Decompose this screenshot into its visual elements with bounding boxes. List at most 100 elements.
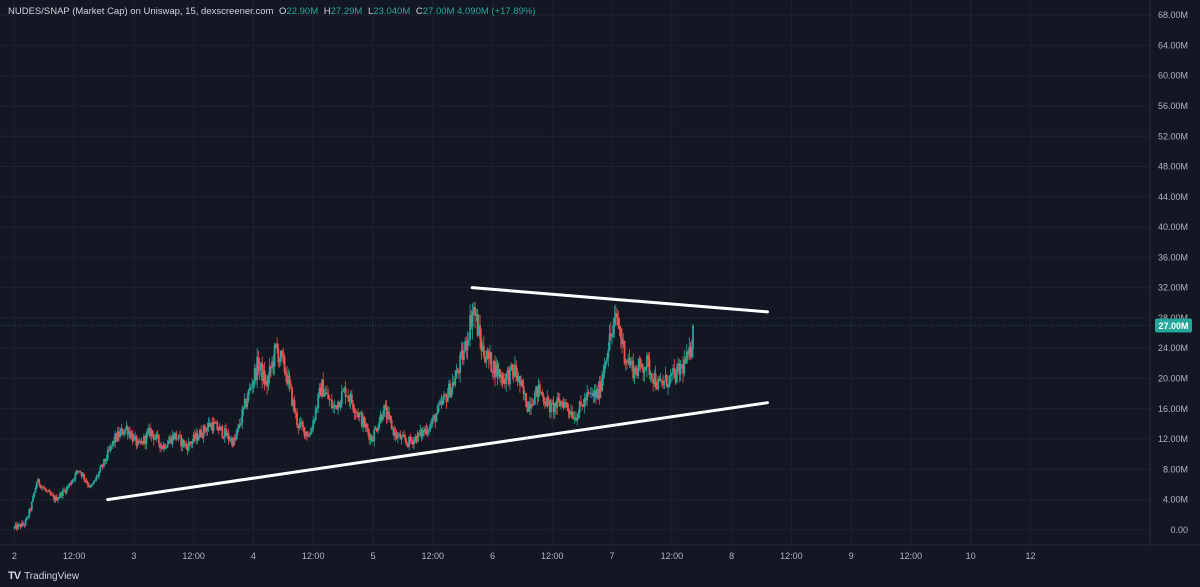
candle-body xyxy=(167,440,170,445)
low-value: 23.040M xyxy=(373,6,411,17)
candle-body xyxy=(426,431,429,434)
candle-body xyxy=(647,355,650,359)
time-axis[interactable]: 2 12:00 3 12:00 4 12:00 5 12:00 6 12:00 7 12:00 8 12:… xyxy=(12,551,1036,561)
price-tick-label: 64.00M xyxy=(1158,40,1188,50)
candle-body xyxy=(377,428,379,432)
symbol-title: NUDES/SNAP (Market Cap) on Uniswap, 15, … xyxy=(8,6,274,17)
candle-body xyxy=(616,313,618,319)
tradingview-brand[interactable]: TV TradingView xyxy=(8,570,79,582)
candle-body xyxy=(431,417,434,424)
candle-body xyxy=(240,423,242,425)
candle-body xyxy=(611,333,613,337)
candle-body xyxy=(347,396,349,398)
candle-body xyxy=(22,522,24,525)
candle-body xyxy=(302,425,305,428)
candle-body xyxy=(436,405,439,415)
candle-body xyxy=(123,433,125,435)
time-tick-label: 12:00 xyxy=(421,551,444,561)
candle-body xyxy=(154,438,156,440)
candle-body xyxy=(73,479,76,481)
candle-body xyxy=(479,325,481,339)
candle-body xyxy=(467,339,470,341)
candle-body xyxy=(179,434,181,436)
candle-body xyxy=(323,394,326,397)
candle-body xyxy=(17,524,19,529)
candle-body xyxy=(175,432,178,439)
time-tick-label: 4 xyxy=(251,551,256,561)
candle-body xyxy=(203,425,206,431)
candle-body xyxy=(654,373,657,388)
candle-body xyxy=(28,509,31,517)
candle-body xyxy=(289,383,292,388)
candle-body xyxy=(301,421,303,426)
candle-body xyxy=(298,422,301,428)
candle-body xyxy=(248,387,251,391)
candle-body xyxy=(157,435,160,444)
candle-body xyxy=(466,339,469,350)
candle-body xyxy=(617,318,620,326)
candle-body xyxy=(629,362,632,366)
price-tick-label: 20.00M xyxy=(1158,373,1188,383)
open-value: 22.90M xyxy=(286,6,319,17)
candle-body xyxy=(485,359,488,363)
candle-body xyxy=(109,446,112,451)
candle-body xyxy=(311,428,313,432)
candle-body xyxy=(350,393,353,404)
candle-body xyxy=(639,359,642,364)
price-axis[interactable]: 0.004.00M8.00M12.00M16.00M20.00M24.00M28… xyxy=(1158,10,1188,535)
candle-body xyxy=(309,431,312,435)
time-tick-label: 2 xyxy=(12,551,17,561)
close-value: 27.00M xyxy=(422,6,455,17)
candle-body xyxy=(532,404,535,406)
candle-body xyxy=(42,486,44,488)
candle-body xyxy=(521,380,524,386)
candle-body xyxy=(667,386,669,388)
time-tick-label: 3 xyxy=(131,551,136,561)
candle-body xyxy=(332,407,335,409)
price-tick-label: 36.00M xyxy=(1158,252,1188,262)
symbol-legend: NUDES/SNAP (Market Cap) on Uniswap, 15, … xyxy=(8,6,536,17)
candle-body xyxy=(235,435,237,441)
time-tick-label: 12:00 xyxy=(900,551,923,561)
candle-body xyxy=(236,428,239,436)
time-tick-label: 12:00 xyxy=(63,551,86,561)
candle-body xyxy=(30,501,33,511)
candle-body xyxy=(450,388,453,397)
price-tick-label: 12.00M xyxy=(1158,434,1188,444)
candle-body xyxy=(176,438,179,440)
candle-body xyxy=(58,496,61,499)
candle-body xyxy=(435,414,438,423)
candle-body xyxy=(284,371,287,375)
candle-body xyxy=(428,429,430,432)
candle-body xyxy=(602,373,605,379)
candle-body xyxy=(603,365,606,374)
candle-body xyxy=(644,367,647,371)
candle-body xyxy=(367,427,369,433)
candle-body xyxy=(670,372,673,375)
candle-body xyxy=(70,481,73,485)
candle-body xyxy=(372,441,374,442)
candle-body xyxy=(247,390,250,401)
candle-body xyxy=(65,487,68,493)
price-chart[interactable]: 0.00 4.00M 8.00M 12.00M 16.00M 20.00M 24.00M 2 8… xyxy=(0,0,1200,587)
candle-body xyxy=(48,490,51,492)
candle-body xyxy=(24,520,27,526)
candle-body xyxy=(108,450,110,451)
candle-body xyxy=(542,395,545,402)
candle-body xyxy=(618,325,621,330)
candle-body xyxy=(352,403,354,410)
time-tick-label: 7 xyxy=(610,551,615,561)
candle-body xyxy=(623,340,626,364)
candle-body xyxy=(93,480,95,484)
candle-body xyxy=(389,415,392,421)
candle-body xyxy=(339,404,342,408)
last-price-marker: 27.00M xyxy=(0,318,1192,333)
candle-body xyxy=(49,491,52,495)
candle-body xyxy=(165,447,168,449)
candle-body xyxy=(314,408,317,420)
candle-body xyxy=(690,348,693,358)
high-label: H xyxy=(323,6,331,17)
candle-body xyxy=(267,376,270,387)
candle-body xyxy=(251,386,254,388)
candle-body xyxy=(668,375,671,387)
